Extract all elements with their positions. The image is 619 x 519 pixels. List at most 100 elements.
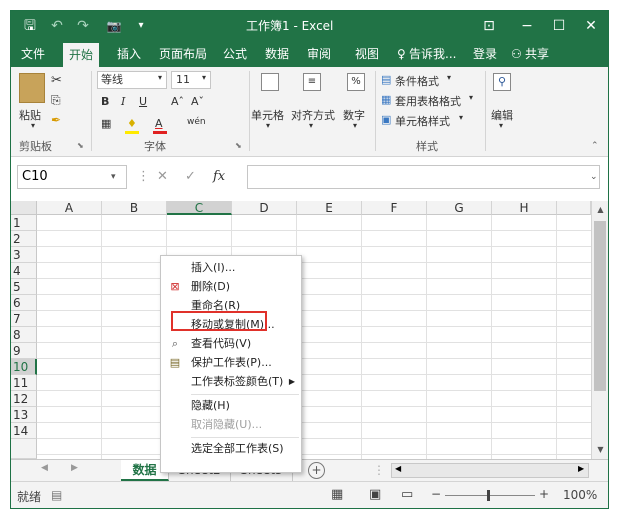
shrink-font-button[interactable]: Aˇ bbox=[191, 95, 204, 108]
tab-formulas[interactable]: 公式 bbox=[223, 41, 247, 67]
scroll-down-icon[interactable]: ▼ bbox=[592, 443, 608, 457]
enter-icon[interactable]: ✓ bbox=[185, 165, 196, 189]
menu-item-insert[interactable]: 插入(I)... bbox=[161, 259, 301, 277]
cell-style-icon[interactable]: ▣ bbox=[381, 113, 391, 126]
normal-view-icon[interactable]: ▦ bbox=[331, 487, 343, 502]
copy-icon[interactable]: ⎘ bbox=[51, 93, 61, 108]
tab-file[interactable]: 文件 bbox=[21, 41, 45, 67]
column-header[interactable] bbox=[557, 201, 591, 215]
tab-review[interactable]: 审阅 bbox=[307, 41, 331, 67]
row-header[interactable]: 12 bbox=[11, 391, 37, 407]
horizontal-scrollbar[interactable]: ◀ ▶ bbox=[391, 463, 589, 478]
menu-item-tab-color[interactable]: 工作表标签颜色(T) ▶ bbox=[161, 373, 301, 391]
row-header[interactable]: 4 bbox=[11, 263, 37, 279]
column-header-selected[interactable]: C bbox=[167, 201, 232, 215]
insert-function-icon[interactable]: fx bbox=[213, 165, 225, 189]
zoom-slider[interactable] bbox=[445, 495, 535, 496]
cell-style-button[interactable]: 单元格样式 bbox=[395, 113, 450, 129]
paste-dropdown-icon[interactable]: ▾ bbox=[31, 121, 35, 130]
zoom-level[interactable]: 100% bbox=[563, 488, 597, 502]
page-break-view-icon[interactable]: ▭ bbox=[401, 487, 413, 502]
bold-button[interactable]: B bbox=[101, 95, 109, 108]
minimize-button[interactable]: − bbox=[511, 11, 543, 41]
cells-dropdown-icon[interactable]: ▾ bbox=[266, 121, 270, 130]
camera-icon[interactable]: 📷 bbox=[103, 11, 125, 41]
font-name-dropdown-icon[interactable]: ▾ bbox=[158, 73, 162, 82]
underline-button[interactable]: U bbox=[139, 95, 147, 108]
login-link[interactable]: 登录 bbox=[473, 41, 497, 67]
font-launcher-icon[interactable]: ⬊ bbox=[235, 141, 242, 150]
format-painter-icon[interactable]: ✒ bbox=[51, 113, 61, 127]
maximize-button[interactable]: ☐ bbox=[543, 11, 575, 41]
row-header[interactable] bbox=[11, 439, 37, 459]
alignment-icon[interactable]: ≡ bbox=[303, 73, 321, 91]
row-header-selected[interactable]: 10 bbox=[11, 359, 37, 375]
tab-split-handle[interactable]: ⋮ bbox=[373, 463, 385, 477]
cell-area[interactable] bbox=[37, 215, 591, 459]
italic-button[interactable]: I bbox=[121, 95, 125, 108]
scroll-left-icon[interactable]: ◀ bbox=[395, 464, 401, 473]
cut-icon[interactable]: ✂ bbox=[51, 73, 62, 88]
paste-button[interactable]: 粘贴 bbox=[19, 107, 41, 123]
vertical-scrollbar[interactable]: ▲ ▼ bbox=[591, 201, 608, 459]
row-header[interactable]: 6 bbox=[11, 295, 37, 311]
cells-icon[interactable] bbox=[261, 73, 279, 91]
ribbon-display-icon[interactable]: ⊡ bbox=[473, 11, 505, 41]
table-format-button[interactable]: 套用表格格式 bbox=[395, 93, 461, 109]
macro-record-icon[interactable]: ▤ bbox=[51, 488, 62, 502]
row-header[interactable]: 8 bbox=[11, 327, 37, 343]
number-dropdown-icon[interactable]: ▾ bbox=[353, 121, 357, 130]
scroll-thumb[interactable] bbox=[594, 221, 606, 391]
share-icon[interactable]: ⚇ bbox=[511, 41, 522, 67]
save-icon[interactable]: 🖫 bbox=[19, 11, 41, 41]
grow-font-button[interactable]: Aˆ bbox=[171, 95, 184, 108]
conditional-format-button[interactable]: 条件格式 bbox=[395, 73, 439, 89]
undo-icon[interactable]: ↶ bbox=[47, 11, 67, 41]
scroll-up-icon[interactable]: ▲ bbox=[592, 203, 608, 217]
menu-item-protect-sheet[interactable]: ▤ 保护工作表(P)... bbox=[161, 354, 301, 372]
row-header[interactable]: 9 bbox=[11, 343, 37, 359]
row-header[interactable]: 14 bbox=[11, 423, 37, 439]
clipboard-launcher-icon[interactable]: ⬊ bbox=[77, 141, 84, 150]
expand-formula-bar-icon[interactable]: ⌄ bbox=[590, 165, 598, 189]
column-header[interactable]: E bbox=[297, 201, 362, 215]
row-header[interactable]: 13 bbox=[11, 407, 37, 423]
name-box-dropdown-icon[interactable]: ▾ bbox=[111, 165, 116, 189]
zoom-slider-thumb[interactable] bbox=[487, 490, 490, 501]
column-header[interactable]: D bbox=[232, 201, 297, 215]
edit-dropdown-icon[interactable]: ▾ bbox=[499, 121, 503, 130]
column-header[interactable]: H bbox=[492, 201, 557, 215]
menu-item-hide[interactable]: 隐藏(H) bbox=[161, 397, 301, 415]
conditional-format-icon[interactable]: ▤ bbox=[381, 73, 391, 86]
table-format-dropdown-icon[interactable]: ▾ bbox=[469, 93, 473, 102]
customize-qat-icon[interactable]: ▾ bbox=[133, 11, 149, 41]
tab-insert[interactable]: 插入 bbox=[117, 41, 141, 67]
column-header[interactable]: G bbox=[427, 201, 492, 215]
lightbulb-icon[interactable]: ♀ bbox=[397, 41, 406, 67]
zoom-out-icon[interactable]: − bbox=[431, 487, 441, 501]
font-color-icon[interactable]: A bbox=[155, 117, 163, 130]
page-layout-view-icon[interactable]: ▣ bbox=[369, 487, 381, 502]
search-icon[interactable]: ⚲ bbox=[493, 73, 511, 91]
row-header[interactable]: 2 bbox=[11, 231, 37, 247]
row-header[interactable]: 7 bbox=[11, 311, 37, 327]
alignment-dropdown-icon[interactable]: ▾ bbox=[309, 121, 313, 130]
menu-item-delete[interactable]: ⊠ 删除(D) bbox=[161, 278, 301, 296]
phonetic-icon[interactable]: wén bbox=[187, 117, 206, 127]
table-format-icon[interactable]: ▦ bbox=[381, 93, 391, 106]
zoom-in-icon[interactable]: + bbox=[539, 487, 549, 501]
scroll-right-icon[interactable]: ▶ bbox=[578, 464, 584, 473]
column-header[interactable]: B bbox=[102, 201, 167, 215]
row-header[interactable]: 1 bbox=[11, 215, 37, 231]
close-button[interactable]: ✕ bbox=[575, 11, 607, 41]
row-header[interactable]: 3 bbox=[11, 247, 37, 263]
tell-me-box[interactable]: 告诉我... bbox=[409, 41, 456, 67]
formula-input[interactable] bbox=[247, 165, 600, 189]
share-button[interactable]: 共享 bbox=[525, 41, 549, 67]
row-header[interactable]: 11 bbox=[11, 375, 37, 391]
cancel-icon[interactable]: ✕ bbox=[157, 165, 168, 189]
column-header[interactable]: F bbox=[362, 201, 427, 215]
collapse-ribbon-icon[interactable]: ⌃ bbox=[591, 141, 599, 151]
tab-view[interactable]: 视图 bbox=[355, 41, 379, 67]
tab-data[interactable]: 数据 bbox=[265, 41, 289, 67]
